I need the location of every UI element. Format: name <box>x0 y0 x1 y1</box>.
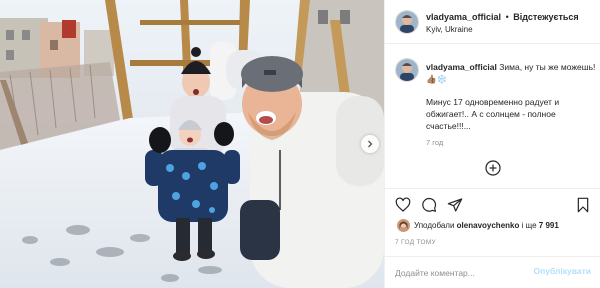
post-header: vladyama_official • Відстежується Kyiv, … <box>385 0 600 44</box>
comment-input[interactable] <box>395 266 525 280</box>
header-user-line: vladyama_official • Відстежується <box>426 12 579 22</box>
profile-photo <box>396 11 418 33</box>
comment-icon <box>422 197 437 212</box>
share-icon <box>447 198 463 212</box>
likes-middle: і ще <box>521 221 537 230</box>
winter-family-photo <box>0 0 384 288</box>
heart-icon <box>395 197 411 212</box>
caption-username-link[interactable]: vladyama_official <box>426 62 497 72</box>
post-actions <box>385 188 600 220</box>
profile-photo <box>396 59 418 81</box>
post-timestamp[interactable]: 7 ГОД ТОМУ <box>395 239 436 246</box>
liker-profile-photo <box>397 219 410 232</box>
separator-dot: • <box>505 12 509 22</box>
chevron-right-icon <box>368 140 373 148</box>
caption-body: Минус 17 одновременно радует и обжигает!… <box>426 97 560 131</box>
publish-button[interactable]: Опублікувати <box>534 266 591 276</box>
caption-avatar[interactable] <box>395 58 419 82</box>
load-more-comments-button[interactable] <box>485 160 501 176</box>
follow-status-button[interactable]: Відстежується <box>513 12 578 22</box>
avatar[interactable] <box>395 10 419 34</box>
comment-bar: Опублікувати <box>385 256 600 288</box>
post-details-panel: vladyama_official • Відстежується Kyiv, … <box>384 0 600 288</box>
share-button[interactable] <box>447 197 463 213</box>
likes-count-link[interactable]: 7 991 <box>539 221 559 230</box>
liker-username-link[interactable]: olenavoychenko <box>457 221 520 230</box>
username-link[interactable]: vladyama_official <box>426 12 501 22</box>
like-button[interactable] <box>395 197 411 213</box>
location-link[interactable]: Kyiv, Ukraine <box>426 25 473 34</box>
next-photo-button[interactable] <box>361 135 379 153</box>
liker-avatar[interactable] <box>397 219 410 232</box>
caption-headline: vladyama_official Зима, ну ты же можешь!… <box>426 61 596 85</box>
likes-text: Уподобали olenavoychenko і ще 7 991 <box>414 221 559 230</box>
bookmark-icon <box>577 197 589 213</box>
plus-circle-icon <box>485 160 501 176</box>
caption-time[interactable]: 7 год <box>426 138 443 147</box>
comment-button[interactable] <box>421 197 437 213</box>
post-photo[interactable] <box>0 0 384 288</box>
save-button[interactable] <box>575 197 591 213</box>
likes-prefix: Уподобали <box>414 221 455 230</box>
